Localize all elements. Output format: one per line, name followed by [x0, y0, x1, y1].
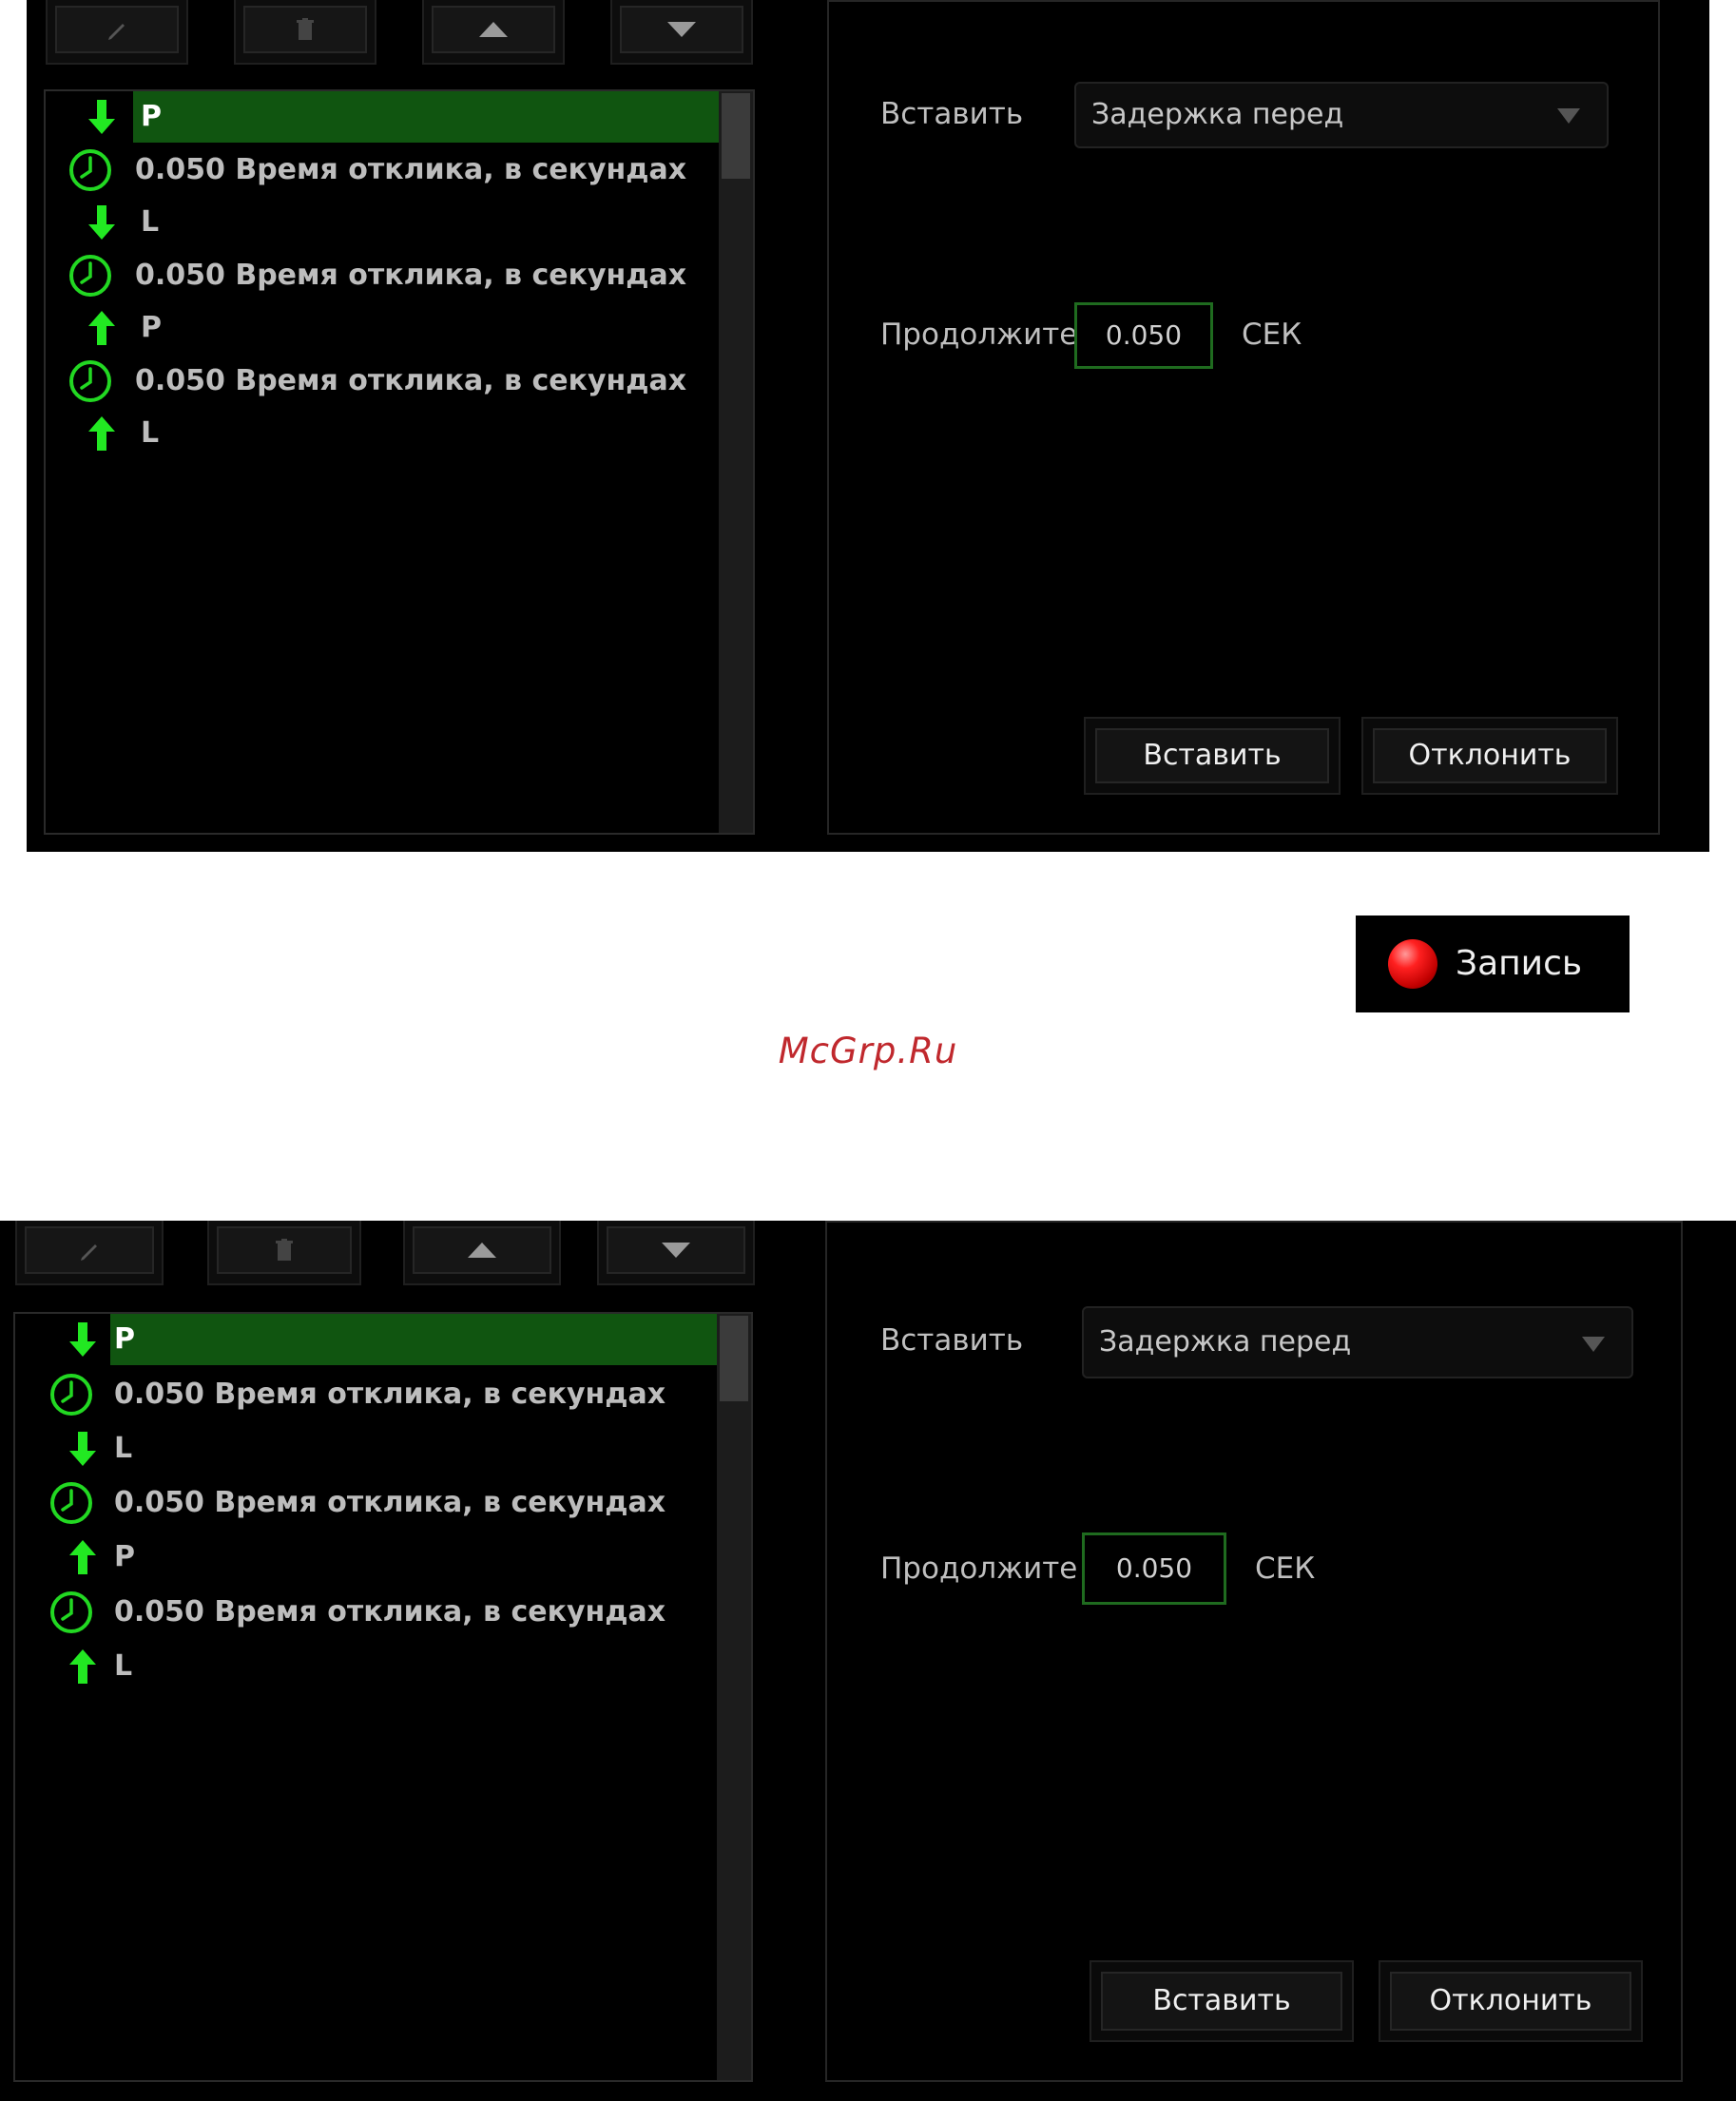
- cancel-button-label: Отклонить: [1390, 1972, 1631, 2031]
- insert-button[interactable]: Вставить: [1084, 717, 1341, 795]
- insert-settings-panel: Вставить Задержка перед Продолжите. 0.05…: [825, 1221, 1683, 2082]
- move-up-button[interactable]: [422, 0, 565, 65]
- insert-type-value: Задержка перед: [1099, 1325, 1352, 1359]
- insert-type-value: Задержка перед: [1091, 98, 1344, 131]
- clock-icon: [67, 145, 114, 196]
- edit-button[interactable]: [46, 0, 188, 65]
- triangle-up-icon: [468, 1243, 496, 1258]
- arrow-up-icon: [78, 302, 125, 354]
- arrow-down-icon: [59, 1423, 106, 1475]
- insert-type-select[interactable]: Задержка перед: [1082, 1306, 1633, 1378]
- list-item[interactable]: L: [46, 408, 721, 459]
- duration-label: Продолжите.: [880, 1552, 1080, 1586]
- list-item-text: 0.050 Время отклика, в секундах: [114, 1486, 666, 1519]
- chevron-down-icon: [1582, 1337, 1605, 1352]
- duration-label: Продолжите.: [880, 318, 1074, 352]
- list-item-text: 0.050 Время отклика, в секундах: [135, 364, 687, 397]
- list-item[interactable]: 0.050 Время отклика, в секундах: [15, 1587, 719, 1638]
- insert-button[interactable]: Вставить: [1090, 1960, 1354, 2042]
- move-down-button[interactable]: [597, 1221, 755, 1285]
- unit-label: СЕК: [1255, 1552, 1316, 1586]
- clock-icon: [48, 1587, 95, 1638]
- triangle-down-icon: [662, 1243, 690, 1258]
- pencil-icon: [108, 24, 125, 40]
- scrollbar[interactable]: [719, 91, 753, 833]
- unit-label: СЕК: [1242, 318, 1302, 352]
- cancel-button[interactable]: Отклонить: [1379, 1960, 1643, 2042]
- macro-panel-1: P 0.050 Время отклика, в секундах L 0.05…: [27, 0, 1709, 852]
- duration-input[interactable]: 0.050: [1082, 1532, 1226, 1605]
- clock-icon: [48, 1369, 95, 1420]
- insert-button-label: Вставить: [1101, 1972, 1342, 2031]
- insert-button-label: Вставить: [1095, 728, 1329, 783]
- clock-icon: [67, 356, 114, 407]
- list-item[interactable]: L: [15, 1641, 719, 1692]
- list-item-text: L: [114, 1432, 133, 1465]
- list-item[interactable]: 0.050 Время отклика, в секундах: [46, 145, 721, 196]
- record-button[interactable]: Запись: [1356, 916, 1630, 1012]
- arrow-down-icon: [78, 197, 125, 248]
- cancel-button[interactable]: Отклонить: [1361, 717, 1618, 795]
- edit-button[interactable]: [15, 1221, 164, 1285]
- list-item-text: P: [114, 1322, 135, 1356]
- list-item[interactable]: L: [15, 1423, 719, 1475]
- scrollbar-thumb[interactable]: [722, 93, 750, 179]
- list-item-text: P: [114, 1540, 135, 1573]
- list-item[interactable]: L: [46, 197, 721, 248]
- duration-input[interactable]: 0.050: [1074, 302, 1213, 369]
- list-item[interactable]: 0.050 Время отклика, в секундах: [46, 250, 721, 301]
- trash-icon: [276, 1239, 293, 1261]
- insert-label: Вставить: [880, 1323, 1024, 1358]
- scrollbar-thumb[interactable]: [720, 1316, 748, 1401]
- delete-button[interactable]: [234, 0, 376, 65]
- list-item[interactable]: P: [15, 1314, 719, 1365]
- arrow-up-icon: [78, 408, 125, 459]
- watermark: McGrp.Ru: [778, 1031, 958, 1071]
- arrow-down-icon: [59, 1314, 106, 1365]
- triangle-down-icon: [667, 22, 696, 37]
- triangle-up-icon: [479, 22, 508, 37]
- list-item-text: P: [141, 100, 162, 133]
- list-item-text: 0.050 Время отклика, в секундах: [114, 1595, 666, 1629]
- cancel-button-label: Отклонить: [1373, 728, 1607, 783]
- list-item-text: L: [141, 205, 160, 239]
- list-item[interactable]: 0.050 Время отклика, в секундах: [15, 1477, 719, 1529]
- arrow-up-icon: [59, 1641, 106, 1692]
- record-label: Запись: [1456, 944, 1583, 983]
- list-item[interactable]: P: [46, 302, 721, 354]
- macro-list[interactable]: P 0.050 Время отклика, в секундах L 0.05…: [13, 1312, 753, 2082]
- move-up-button[interactable]: [403, 1221, 561, 1285]
- pencil-icon: [81, 1244, 97, 1261]
- list-item-text: 0.050 Время отклика, в секундах: [135, 153, 687, 186]
- list-item[interactable]: P: [15, 1532, 719, 1583]
- list-item[interactable]: P: [46, 91, 721, 143]
- list-item-text: 0.050 Время отклика, в секундах: [135, 259, 687, 292]
- clock-icon: [48, 1477, 95, 1529]
- insert-settings-panel: Вставить Задержка перед Продолжите. 0.05…: [827, 0, 1660, 835]
- list-item-text: 0.050 Время отклика, в секундах: [114, 1378, 666, 1411]
- move-down-button[interactable]: [610, 0, 753, 65]
- arrow-up-icon: [59, 1532, 106, 1583]
- insert-label: Вставить: [880, 97, 1024, 131]
- scrollbar[interactable]: [717, 1314, 751, 2080]
- macro-panel-2: P 0.050 Время отклика, в секундах L 0.05…: [0, 1221, 1736, 2101]
- list-item[interactable]: 0.050 Время отклика, в секундах: [46, 356, 721, 407]
- record-dot-icon: [1388, 939, 1437, 989]
- list-item-text: L: [141, 416, 160, 450]
- delete-button[interactable]: [207, 1221, 361, 1285]
- insert-type-select[interactable]: Задержка перед: [1074, 82, 1609, 148]
- list-item-text: L: [114, 1649, 133, 1683]
- arrow-down-icon: [78, 91, 125, 143]
- macro-list[interactable]: P 0.050 Время отклика, в секундах L 0.05…: [44, 89, 755, 835]
- list-item[interactable]: 0.050 Время отклика, в секундах: [15, 1369, 719, 1420]
- chevron-down-icon: [1557, 108, 1580, 124]
- clock-icon: [67, 250, 114, 301]
- list-item-text: P: [141, 311, 162, 344]
- trash-icon: [297, 18, 314, 40]
